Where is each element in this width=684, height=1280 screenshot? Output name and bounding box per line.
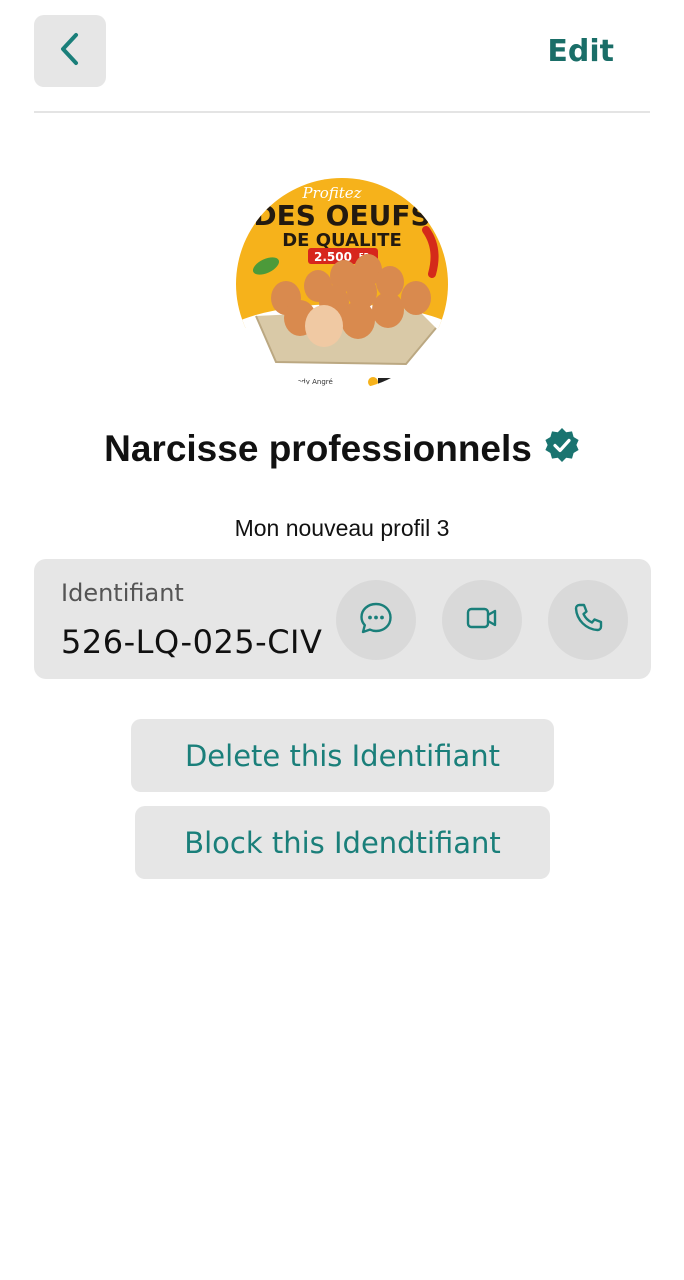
phone-call-button[interactable] (548, 580, 628, 660)
identifier-value: 526-LQ-025-CIV (61, 623, 323, 661)
verified-badge-icon (544, 427, 580, 463)
profile-avatar: Profitez DES OEUFS DE QUALITE 2.500 FR (236, 178, 448, 390)
phone-icon (570, 600, 606, 641)
back-button[interactable] (34, 15, 106, 87)
header-divider (34, 111, 650, 113)
avatar-subheadline: DE QUALITE (282, 230, 402, 251)
avatar-footer-text: Cocody Angré (284, 378, 333, 386)
video-camera-icon (464, 600, 500, 641)
chevron-left-icon (57, 31, 83, 72)
profile-name-row: Narcisse professionnels (0, 428, 684, 470)
chat-bubble-icon (358, 600, 394, 641)
video-call-button[interactable] (442, 580, 522, 660)
identifier-card: Identifiant 526-LQ-025-CIV (34, 559, 651, 679)
delete-identifier-button[interactable]: Delete this Identifiant (131, 719, 554, 792)
block-identifier-button[interactable]: Block this Idendtifiant (135, 806, 550, 879)
contact-details-screen: Edit Profitez DES OEUFS DE QUALITE 2.500… (0, 0, 684, 1280)
profile-subtitle: Mon nouveau profil 3 (234, 515, 450, 541)
edit-button[interactable]: Edit (547, 34, 614, 69)
profile-name: Narcisse professionnels (104, 428, 532, 469)
message-button[interactable] (336, 580, 416, 660)
identifier-label: Identifiant (61, 579, 184, 607)
avatar-headline: DES OEUFS (253, 199, 430, 232)
